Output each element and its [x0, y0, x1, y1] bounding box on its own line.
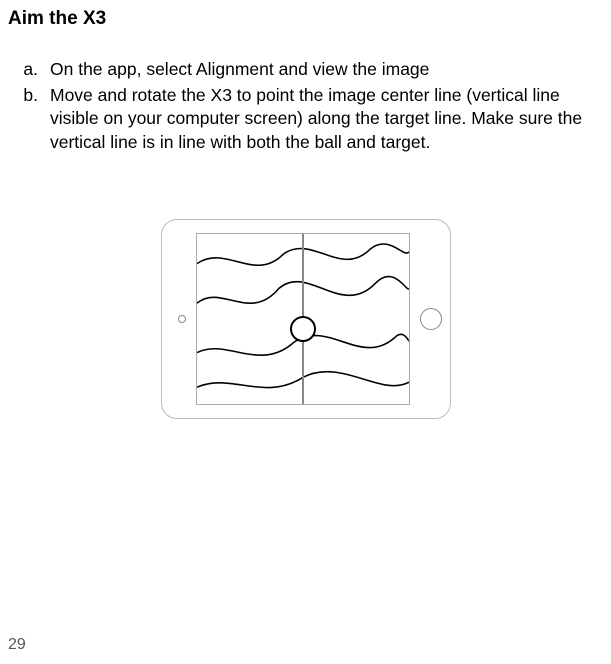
- page-heading: Aim the X3: [8, 8, 605, 30]
- list-marker: a.: [18, 58, 50, 82]
- figure-container: [6, 219, 605, 419]
- ball-icon: [290, 316, 316, 342]
- tablet-illustration: [161, 219, 451, 419]
- instruction-list: a. On the app, select Alignment and view…: [18, 58, 593, 155]
- list-item: b. Move and rotate the X3 to point the i…: [18, 84, 593, 155]
- list-text: On the app, select Alignment and view th…: [50, 58, 593, 82]
- list-marker: b.: [18, 84, 50, 155]
- home-button-icon: [420, 308, 442, 330]
- page-number: 29: [8, 636, 26, 654]
- list-item: a. On the app, select Alignment and view…: [18, 58, 593, 82]
- list-text: Move and rotate the X3 to point the imag…: [50, 84, 593, 155]
- camera-icon: [178, 315, 186, 323]
- tablet-screen: [196, 233, 410, 405]
